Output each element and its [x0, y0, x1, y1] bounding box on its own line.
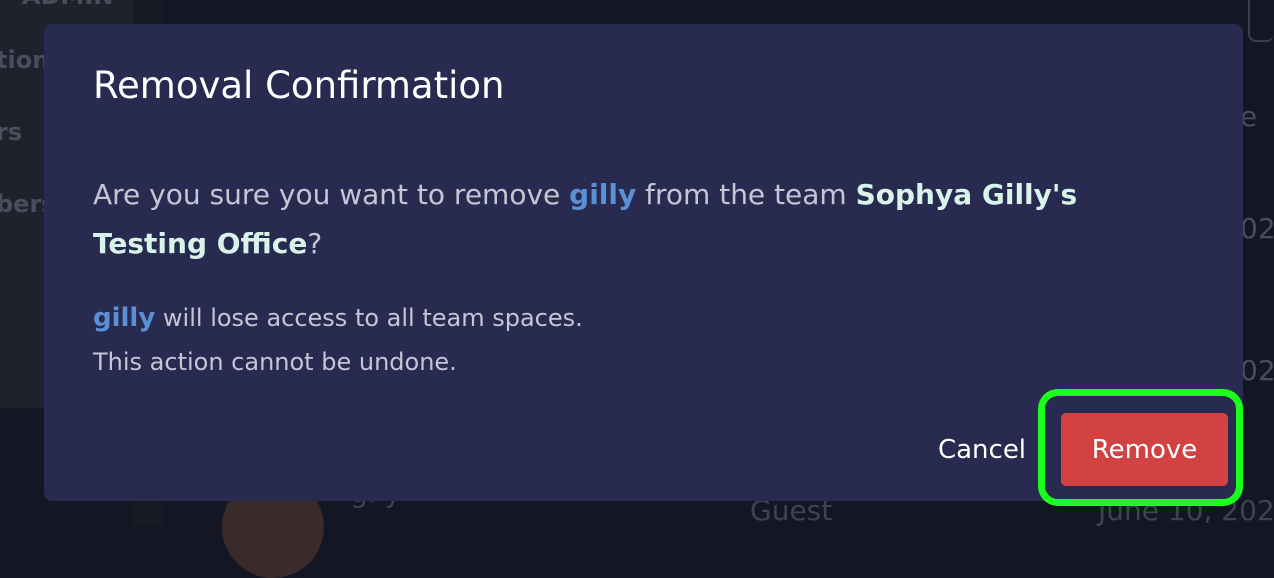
note-line-1: gilly will lose access to all team space… — [93, 296, 583, 340]
dialog-question: Are you sure you want to remove gilly fr… — [93, 170, 1193, 268]
background-cell: 02 — [1240, 354, 1274, 387]
remove-button[interactable]: Remove — [1061, 413, 1228, 486]
dialog-title: Removal Confirmation — [93, 64, 505, 107]
background-cell: 02 — [1240, 212, 1274, 245]
question-middle: from the team — [636, 178, 856, 211]
question-suffix: ? — [307, 227, 323, 260]
note-line-1-text: will lose access to all team spaces. — [155, 304, 583, 332]
background-top-right-control — [1248, 0, 1274, 42]
sidebar-section-heading: ADMIN — [22, 0, 113, 10]
removal-confirmation-dialog: Removal Confirmation Are you sure you wa… — [44, 24, 1243, 501]
sidebar-item: rs — [0, 118, 23, 146]
note-line-2: This action cannot be undone. — [93, 348, 457, 376]
username: gilly — [569, 178, 637, 211]
question-prefix: Are you sure you want to remove — [93, 178, 570, 211]
sidebar-item: tion — [0, 46, 50, 74]
cancel-button[interactable]: Cancel — [932, 428, 1032, 472]
username: gilly — [93, 303, 156, 333]
dialog-note: gilly will lose access to all team space… — [93, 296, 583, 384]
